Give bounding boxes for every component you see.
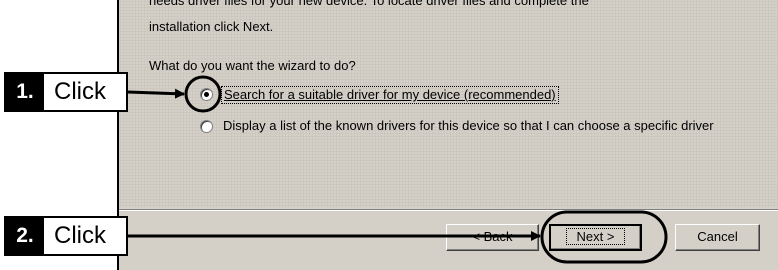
callout-step-2: 2. Click xyxy=(4,216,128,256)
step-number: 1. xyxy=(6,74,44,110)
installation-instruction-text: installation click Next. xyxy=(149,19,274,34)
step-label: Click xyxy=(54,222,106,249)
next-button-label: Next > xyxy=(565,228,626,245)
wizard-content-panel: needs driver files for your new device. … xyxy=(119,0,778,207)
search-driver-radio[interactable] xyxy=(200,88,213,101)
button-separator xyxy=(119,209,778,211)
back-button[interactable]: < Back xyxy=(446,224,539,251)
wizard-question: What do you want the wizard to do? xyxy=(149,58,356,73)
display-list-radio[interactable] xyxy=(200,120,213,133)
clipped-instruction-text: needs driver files for your new device. … xyxy=(149,0,589,8)
cancel-button[interactable]: Cancel xyxy=(675,224,760,251)
next-button[interactable]: Next > xyxy=(549,224,642,251)
wizard-dialog: needs driver files for your new device. … xyxy=(117,0,778,270)
display-list-option-label[interactable]: Display a list of the known drivers for … xyxy=(223,118,743,134)
search-driver-option-label[interactable]: Search for a suitable driver for my devi… xyxy=(221,86,559,104)
callout-step-1: 1. Click xyxy=(4,72,128,112)
search-driver-option-text: Search for a suitable driver for my devi… xyxy=(224,87,556,102)
step-number: 2. xyxy=(6,218,44,254)
step-label: Click xyxy=(54,78,106,105)
